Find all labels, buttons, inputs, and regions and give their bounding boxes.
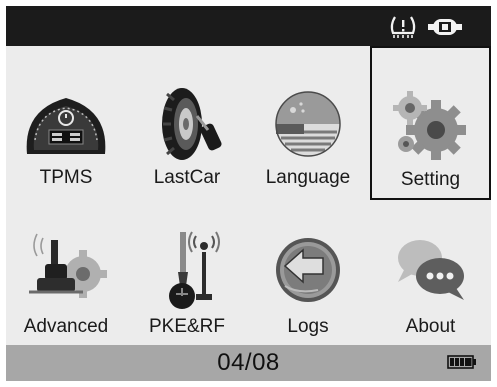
menu-item-label: LastCar	[153, 167, 221, 188]
back-arrow-disc-icon	[276, 238, 340, 302]
key-antenna-icon	[169, 231, 220, 309]
menu-item-language[interactable]: Language	[248, 46, 368, 196]
menu-item-label: TPMS	[39, 167, 93, 188]
status-bar	[6, 6, 491, 46]
wheel-key-icon	[162, 88, 222, 160]
menu-item-label: Setting	[400, 169, 461, 190]
menu-item-setting[interactable]: Setting	[370, 46, 491, 200]
menu-item-about[interactable]: About	[370, 200, 491, 350]
flag-globe-icon	[275, 91, 341, 157]
page-counter: 04/08	[217, 349, 280, 376]
menu-grid: TPMS LastCar Language Setting Advanced P…	[6, 46, 491, 350]
menu-item-lastcar[interactable]: LastCar	[127, 46, 247, 196]
menu-item-advanced[interactable]: Advanced	[6, 200, 126, 350]
menu-item-label: About	[405, 316, 456, 337]
device-frame: TPMS LastCar Language Setting Advanced P…	[0, 0, 497, 387]
menu-item-label: Logs	[287, 316, 329, 337]
menu-item-logs[interactable]: Logs	[248, 200, 368, 350]
sensor-gear-icon	[29, 233, 107, 298]
battery-full-icon	[447, 355, 476, 369]
menu-item-label: Language	[265, 167, 351, 188]
chat-bubbles-icon	[397, 240, 464, 300]
tpms-warning-icon	[390, 16, 416, 38]
menu-item-tpms[interactable]: TPMS	[6, 46, 126, 196]
menu-item-label: Advanced	[23, 316, 109, 337]
speedometer-tpms-icon	[26, 98, 106, 154]
menu-item-label: PKE&RF	[148, 316, 226, 337]
power-icon	[428, 19, 462, 35]
menu-item-pke-rf[interactable]: PKE&RF	[127, 200, 247, 350]
screen: TPMS LastCar Language Setting Advanced P…	[6, 6, 491, 381]
footer-bar: 04/08	[6, 345, 491, 381]
gears-icon	[392, 91, 466, 160]
